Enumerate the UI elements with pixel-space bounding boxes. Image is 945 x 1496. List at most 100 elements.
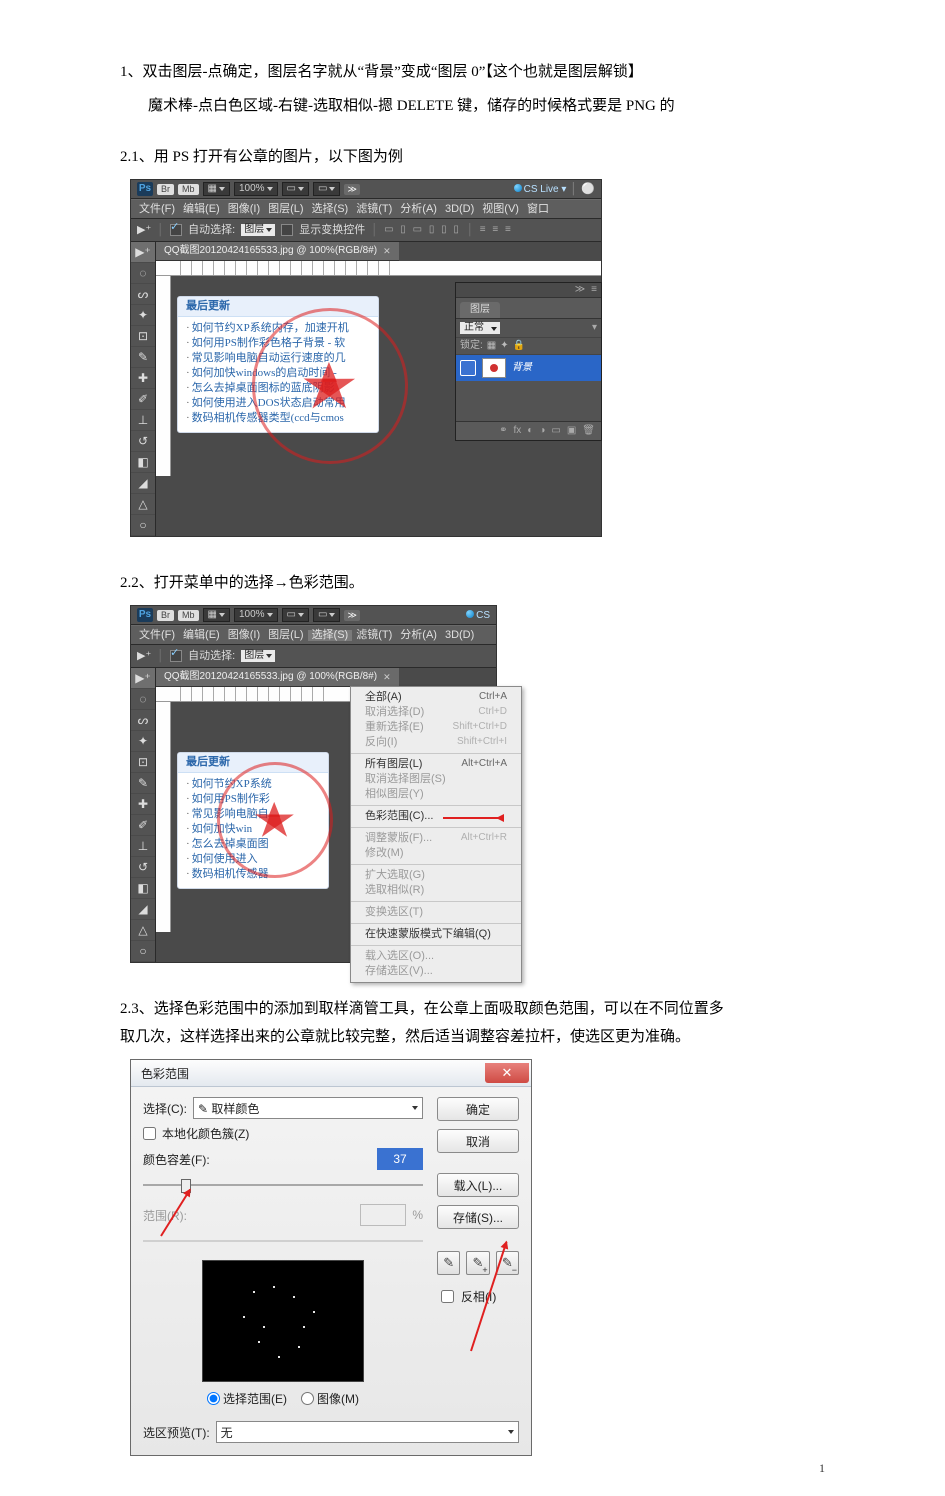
- auto-select-dropdown[interactable]: 图层: [241, 650, 275, 662]
- selection-preview-dropdown[interactable]: 无: [216, 1421, 519, 1443]
- arrange-icon[interactable]: ▭: [282, 608, 309, 622]
- fill-icon[interactable]: ◑: [539, 426, 545, 436]
- eyedropper-tool[interactable]: ✎: [131, 347, 155, 368]
- wand-tool[interactable]: ✦: [131, 305, 155, 326]
- localize-checkbox[interactable]: [143, 1127, 156, 1140]
- menu-file[interactable]: 文件(F): [135, 630, 179, 641]
- menu-3d[interactable]: 3D(D): [441, 630, 478, 641]
- menu-image[interactable]: 图像(I): [224, 630, 264, 641]
- lasso-tool[interactable]: ᔕ: [131, 284, 155, 305]
- auto-select-dropdown[interactable]: 图层: [241, 224, 275, 236]
- eyedropper-tool[interactable]: ✎: [131, 773, 155, 794]
- eyedropper-add-button[interactable]: ✎: [466, 1251, 489, 1275]
- opacity-icon[interactable]: ▾: [592, 323, 597, 333]
- menu-select[interactable]: 选择(S): [308, 630, 353, 641]
- new-layer-icon[interactable]: ▣: [567, 426, 576, 436]
- layers-tab[interactable]: 图层: [460, 302, 500, 318]
- menu-filter[interactable]: 滤镜(T): [352, 204, 396, 215]
- menu-edit[interactable]: 编辑(E): [179, 630, 224, 641]
- fuzziness-input[interactable]: [377, 1148, 423, 1170]
- extras-icon[interactable]: ▭: [313, 608, 340, 622]
- menu-select[interactable]: 选择(S): [308, 204, 353, 215]
- group-icon[interactable]: ▭: [551, 426, 560, 436]
- lock-pixels-icon[interactable]: ▦: [487, 341, 496, 351]
- gradient-tool[interactable]: ◢: [131, 473, 155, 494]
- layer-row-background[interactable]: 背景: [456, 355, 601, 381]
- load-button[interactable]: 载入(L)...: [437, 1173, 519, 1197]
- document-tab[interactable]: QQ截图20120424165533.jpg @ 100%(RGB/8#)✕: [156, 668, 399, 687]
- fx-icon[interactable]: fx: [514, 426, 522, 436]
- menu-analysis[interactable]: 分析(A): [396, 630, 441, 641]
- menu-window[interactable]: 窗口: [523, 204, 553, 215]
- close-button[interactable]: ✕: [485, 1063, 529, 1083]
- lock-all-icon[interactable]: 🔒: [513, 341, 525, 351]
- expand-icon[interactable]: ≫: [344, 610, 359, 621]
- menu-item-load-selection[interactable]: 载入选区(O)...: [351, 949, 521, 964]
- extras-icon[interactable]: ▭: [313, 182, 340, 196]
- save-button[interactable]: 存储(S)...: [437, 1205, 519, 1229]
- zoom-level[interactable]: 100%: [234, 182, 278, 196]
- show-transform-checkbox[interactable]: [281, 224, 293, 236]
- radio-image[interactable]: 图像(M): [301, 1390, 359, 1407]
- menu-layer[interactable]: 图层(L): [264, 630, 307, 641]
- close-icon[interactable]: ✕: [383, 247, 391, 256]
- lock-position-icon[interactable]: ✦: [500, 341, 508, 351]
- menu-item-transform-selection[interactable]: 变换选区(T): [351, 905, 521, 920]
- wand-tool[interactable]: ✦: [131, 731, 155, 752]
- ok-button[interactable]: 确定: [437, 1097, 519, 1121]
- menu-analysis[interactable]: 分析(A): [396, 204, 441, 215]
- screen-mode-icon[interactable]: ▦: [203, 608, 230, 622]
- cslive-button[interactable]: CS Live ▾: [514, 184, 567, 195]
- brush-tool[interactable]: ✐: [131, 389, 155, 410]
- healing-tool[interactable]: ✚: [131, 794, 155, 815]
- crop-tool[interactable]: ⊡: [131, 752, 155, 773]
- invert-checkbox[interactable]: [441, 1290, 454, 1303]
- menu-item-deselect-layers[interactable]: 取消选择图层(S): [351, 772, 521, 787]
- link-icon[interactable]: ⚭: [499, 426, 507, 436]
- move-tool[interactable]: ▶⁺: [131, 668, 155, 689]
- menu-item-deselect[interactable]: 取消选择(D)Ctrl+D: [351, 705, 521, 720]
- zoom-level[interactable]: 100%: [234, 608, 278, 622]
- history-brush-tool[interactable]: ↺: [131, 431, 155, 452]
- panel-collapse-icon[interactable]: ≫: [575, 285, 585, 295]
- expand-icon[interactable]: ≫: [344, 184, 359, 195]
- screen-mode-icon[interactable]: ▦: [203, 182, 230, 196]
- menu-edit[interactable]: 编辑(E): [179, 204, 224, 215]
- auto-select-checkbox[interactable]: [170, 224, 182, 236]
- auto-select-checkbox[interactable]: [170, 650, 182, 662]
- eyedropper-button[interactable]: ✎: [437, 1251, 460, 1275]
- crop-tool[interactable]: ⊡: [131, 326, 155, 347]
- blur-tool[interactable]: △: [131, 494, 155, 515]
- stamp-tool[interactable]: ⊥: [131, 410, 155, 431]
- minibridge-icon[interactable]: Mb: [178, 610, 199, 621]
- cslive-button[interactable]: CS: [466, 610, 490, 621]
- eraser-tool[interactable]: ◧: [131, 452, 155, 473]
- trash-icon[interactable]: 🗑: [582, 426, 595, 436]
- search-icon[interactable]: ⚪: [581, 184, 595, 195]
- menu-file[interactable]: 文件(F): [135, 204, 179, 215]
- lasso-tool[interactable]: ᔕ: [131, 710, 155, 731]
- menu-item-refine-mask[interactable]: 调整蒙版(F)...Alt+Ctrl+R: [351, 831, 521, 846]
- menu-item-similar-layers[interactable]: 相似图层(Y): [351, 787, 521, 802]
- menu-item-quick-mask[interactable]: 在快速蒙版模式下编辑(Q): [351, 927, 521, 942]
- healing-tool[interactable]: ✚: [131, 368, 155, 389]
- panel-menu-icon[interactable]: ≡: [591, 285, 597, 295]
- menu-image[interactable]: 图像(I): [224, 204, 264, 215]
- menu-view[interactable]: 视图(V): [478, 204, 523, 215]
- menu-item-color-range[interactable]: 色彩范围(C)...: [351, 809, 521, 824]
- eraser-tool[interactable]: ◧: [131, 878, 155, 899]
- menu-3d[interactable]: 3D(D): [441, 204, 478, 215]
- bridge-icon[interactable]: Br: [157, 610, 174, 621]
- menu-layer[interactable]: 图层(L): [264, 204, 307, 215]
- menu-item-select-all[interactable]: 全部(A)Ctrl+A: [351, 690, 521, 705]
- history-brush-tool[interactable]: ↺: [131, 857, 155, 878]
- document-tab[interactable]: QQ截图20120424165533.jpg @ 100%(RGB/8#)✕: [156, 242, 399, 261]
- brush-tool[interactable]: ✐: [131, 815, 155, 836]
- cancel-button[interactable]: 取消: [437, 1129, 519, 1153]
- blend-mode-dropdown[interactable]: 正常: [460, 322, 500, 334]
- mask-icon[interactable]: ◐: [527, 426, 533, 436]
- distribute-icons[interactable]: ≡ ≡ ≡: [480, 225, 513, 235]
- arrange-icon[interactable]: ▭: [282, 182, 309, 196]
- dodge-tool[interactable]: ○: [131, 941, 155, 962]
- move-tool[interactable]: ▶⁺: [131, 242, 155, 263]
